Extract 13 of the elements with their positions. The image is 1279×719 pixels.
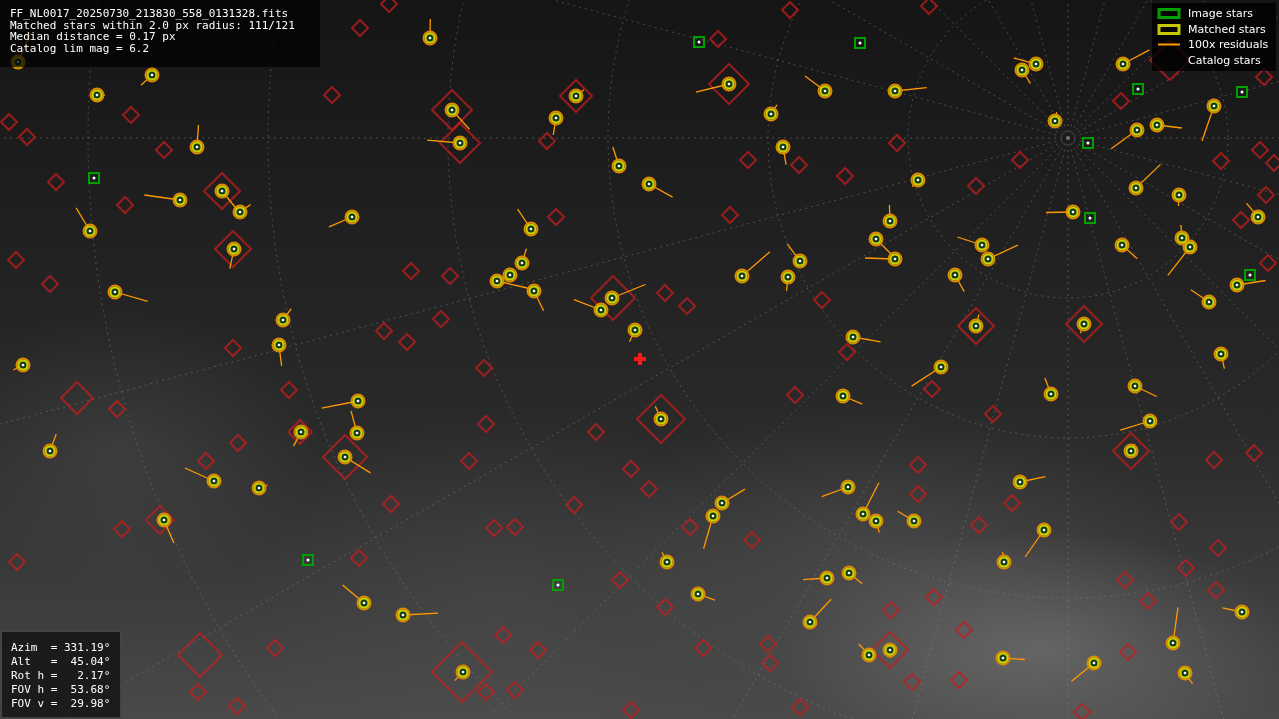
pointing-text: FOV v = 29.98° [11,697,111,711]
info-text: Matched stars within 2.0 px radius: 111/121 [10,19,296,32]
legend-label: Image stars [1188,7,1253,21]
info-text: Median distance = 0.17 px [10,31,176,44]
info-text: Catalog lim mag = 6.2 [10,43,151,55]
pointing-text: FOV h = 53.68° [11,683,111,697]
pointing-text: Rot h = 2.17° [11,669,111,683]
pointing-text: Alt = 45.04° [11,655,111,669]
legend-label: Matched stars [1188,22,1266,36]
legend-label: Catalog stars [1188,53,1261,67]
legend-label: 100x residuals [1188,38,1269,52]
pointing-text: Azim = 331.19° [11,641,111,655]
info-text: FF_NL0017_20250730_213830_558_0131328.fits [10,8,290,20]
